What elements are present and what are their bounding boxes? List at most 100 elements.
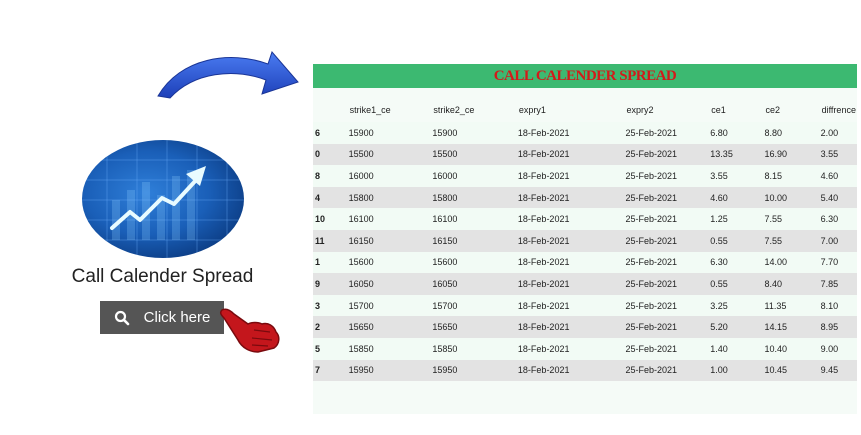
table-cell: 10.40: [764, 337, 821, 360]
table-cell: 4.60: [820, 165, 857, 187]
table-header-row: strike1_ce strike2_ce expry1 expry2 ce1 …: [313, 98, 857, 122]
table-cell: 10: [313, 208, 349, 230]
table-cell: 11.35: [764, 294, 821, 317]
table-cell: 10.45: [764, 359, 821, 382]
table-cell: 25-Feb-2021: [625, 122, 711, 144]
table-cell: 25-Feb-2021: [625, 208, 711, 230]
table-cell: 5.20: [710, 316, 765, 338]
table-cell: 6.30: [710, 251, 765, 274]
table-cell: 25-Feb-2021: [625, 251, 711, 274]
click-here-label: Click here: [143, 309, 211, 326]
table-cell: 15650: [432, 316, 518, 338]
pointing-hand-icon: [219, 308, 280, 353]
table-row: 10 16100 16100 18-Feb-2021 25-Feb-2021 1.25 7.…: [313, 208, 857, 230]
table-cell: 15650: [348, 316, 433, 338]
click-here-button[interactable]: Click here: [100, 301, 224, 334]
curved-arrow-icon: [157, 51, 299, 99]
table-cell: 1.25: [710, 208, 765, 230]
table-row: 6 15900 15900 18-Feb-2021 25-Feb-2021 6.80 8.8…: [313, 122, 857, 144]
table-row: 9 16050 16050 18-Feb-2021 25-Feb-2021 0.55 8.4…: [313, 273, 857, 295]
table-cell: 8.95: [820, 316, 857, 338]
table-cell: 25-Feb-2021: [625, 359, 711, 382]
table-cell: 16100: [348, 208, 433, 230]
table-cell: 7.00: [820, 229, 857, 252]
table-cell: 16050: [432, 273, 518, 295]
table-cell: 6: [313, 122, 349, 144]
table-row: 3 15700 15700 18-Feb-2021 25-Feb-2021 3.25 11.…: [313, 294, 857, 317]
table-cell: 1: [313, 251, 349, 274]
table-cell: 4.60: [710, 186, 765, 209]
table-cell: 18-Feb-2021: [517, 251, 626, 274]
table-row: 0 15500 15500 18-Feb-2021 25-Feb-2021 13.35 16…: [313, 143, 857, 166]
table-cell: 18-Feb-2021: [517, 165, 626, 187]
spread-table: strike1_ce strike2_ce expry1 expry2 ce1 …: [313, 98, 857, 382]
table-cell: 16100: [432, 208, 518, 230]
table-cell: 25-Feb-2021: [625, 316, 711, 338]
table-cell: 14.00: [764, 251, 821, 274]
table-cell: 15500: [348, 143, 433, 166]
col-header-strike1: strike1_ce: [348, 98, 433, 122]
table-cell: 18-Feb-2021: [517, 294, 626, 317]
table-cell: 16000: [432, 165, 518, 187]
table-cell: 10.00: [764, 186, 821, 209]
table-cell: 15600: [432, 251, 518, 274]
table-row: 1 15600 15600 18-Feb-2021 25-Feb-2021 6.30 14.…: [313, 251, 857, 274]
table-row: 2 15650 15650 18-Feb-2021 25-Feb-2021 5.20 14.…: [313, 316, 857, 338]
trend-logo: [82, 140, 244, 258]
table-cell: 15950: [348, 359, 433, 382]
table-cell: 25-Feb-2021: [625, 273, 711, 295]
table-cell: 25-Feb-2021: [625, 229, 711, 252]
table-cell: 15800: [348, 186, 433, 209]
table-cell: 6.80: [710, 122, 765, 144]
table-cell: 2: [313, 316, 349, 338]
table-row: 5 15850 15850 18-Feb-2021 25-Feb-2021 1.40 10.…: [313, 337, 857, 360]
table-cell: 2.00: [820, 122, 857, 144]
table-cell: 25-Feb-2021: [625, 294, 711, 317]
table-cell: 25-Feb-2021: [625, 165, 711, 187]
table-cell: 16150: [432, 229, 518, 252]
table-cell: 18-Feb-2021: [517, 186, 626, 209]
col-header-ce2: ce2: [764, 98, 821, 122]
table-cell: 7.55: [764, 229, 821, 252]
table-cell: 8.40: [764, 273, 821, 295]
table-row: 8 16000 16000 18-Feb-2021 25-Feb-2021 3.55 8.1…: [313, 165, 857, 187]
table-cell: 0.55: [710, 273, 765, 295]
table-cell: 1.40: [710, 337, 765, 360]
table-cell: 25-Feb-2021: [625, 337, 711, 360]
table-cell: 8.15: [764, 165, 821, 187]
table-cell: 11: [313, 229, 349, 252]
spread-table-card: CALL CALENDER SPREAD strike1_ce strike2_…: [313, 64, 857, 414]
table-cell: 9: [313, 273, 349, 295]
table-cell: 15500: [432, 143, 518, 166]
table-cell: 15800: [432, 186, 518, 209]
table-cell: 18-Feb-2021: [517, 229, 626, 252]
table-cell: 16.90: [764, 143, 821, 166]
table-cell: 15600: [348, 251, 433, 274]
promo-title: Call Calender Spread: [71, 266, 254, 287]
table-cell: 14.15: [764, 316, 821, 338]
table-cell: 15850: [348, 337, 433, 360]
table-cell: 25-Feb-2021: [625, 143, 711, 166]
table-cell: 16050: [348, 273, 433, 295]
table-cell: 7.85: [820, 273, 857, 295]
search-icon: [114, 310, 129, 325]
table-cell: 3: [313, 294, 349, 317]
table-cell: 18-Feb-2021: [517, 359, 626, 382]
col-header-ce1: ce1: [710, 98, 765, 122]
table-title: CALL CALENDER SPREAD: [313, 64, 857, 88]
table-cell: 18-Feb-2021: [517, 273, 626, 295]
table-cell: 18-Feb-2021: [517, 122, 626, 144]
table-cell: 1.00: [710, 359, 765, 382]
table-cell: 7.55: [764, 208, 821, 230]
table-cell: 15900: [432, 122, 518, 144]
table-cell: 8: [313, 165, 349, 187]
table-cell: 0.55: [710, 229, 765, 252]
table-row: 7 15950 15950 18-Feb-2021 25-Feb-2021 1.00 10.…: [313, 359, 857, 382]
table-cell: 25-Feb-2021: [625, 186, 711, 209]
table-cell: 9.45: [820, 359, 857, 382]
col-header-expry1: expry1: [517, 98, 626, 122]
table-cell: 3.55: [710, 165, 765, 187]
table-cell: 5.40: [820, 186, 857, 209]
table-cell: 8.10: [820, 294, 857, 317]
table-cell: 15900: [348, 122, 433, 144]
